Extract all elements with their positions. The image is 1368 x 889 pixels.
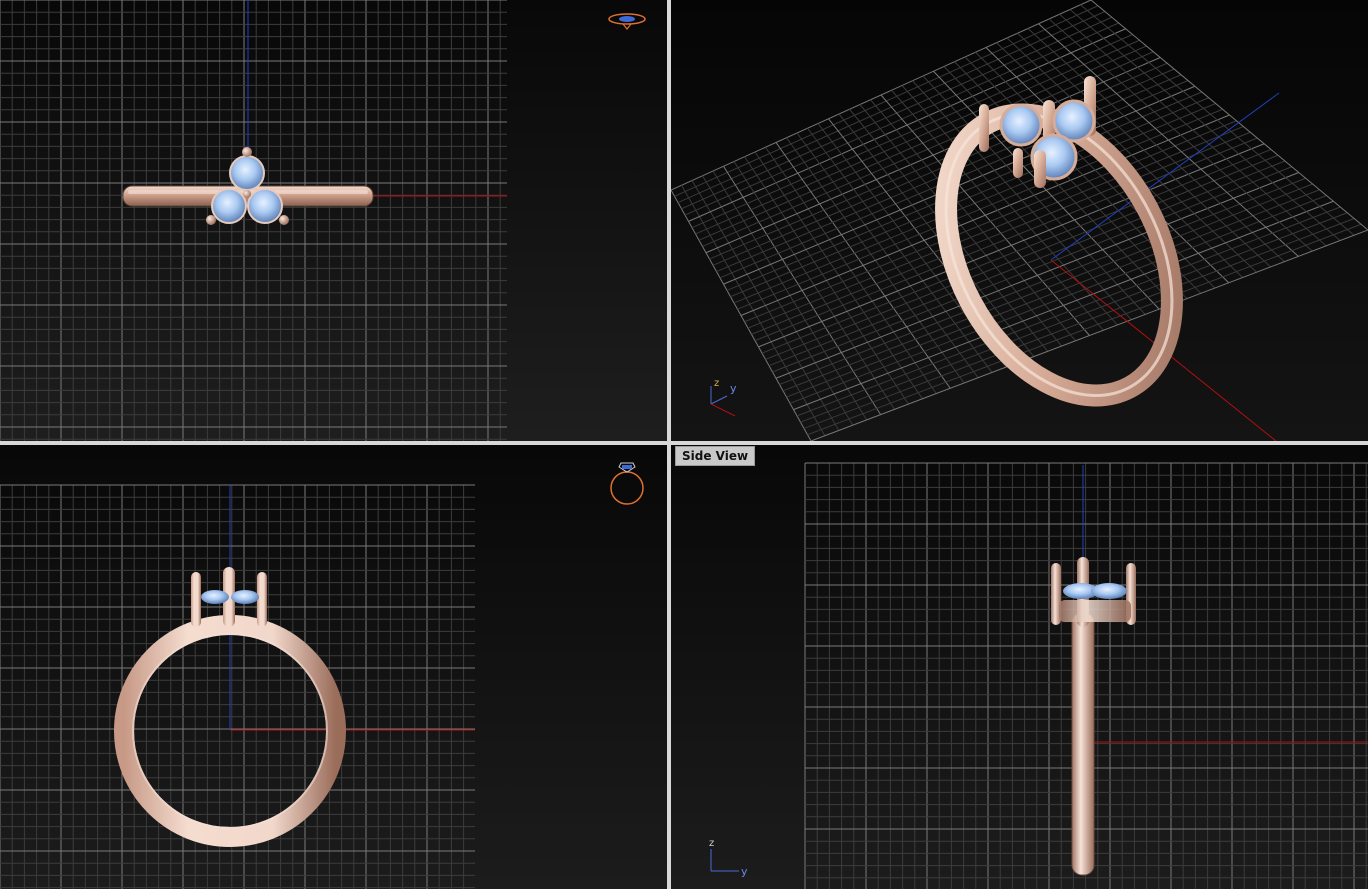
ring-side — [1071, 612, 1095, 876]
viewport-label-side-view[interactable]: Side View — [675, 446, 756, 466]
front-view-canvas — [0, 445, 667, 889]
viewport-front[interactable] — [0, 445, 667, 889]
z-axis-label: z — [709, 838, 714, 849]
ring-top-icon — [607, 10, 647, 32]
top-view-canvas — [0, 0, 667, 441]
y-axis-label: y — [741, 865, 748, 877]
viewport-side[interactable]: Side View z y — [671, 445, 1368, 889]
viewport-top[interactable] — [0, 0, 667, 441]
ring-front-icon — [607, 457, 647, 507]
viewport-perspective[interactable]: z y — [671, 0, 1368, 441]
z-axis-label: z — [714, 378, 719, 389]
axis-triad-perspective: z y — [705, 376, 745, 416]
axis-triad-side: z y — [705, 833, 755, 877]
y-axis-label: y — [730, 382, 737, 395]
perspective-canvas — [671, 0, 1368, 441]
side-view-canvas — [671, 445, 1368, 889]
